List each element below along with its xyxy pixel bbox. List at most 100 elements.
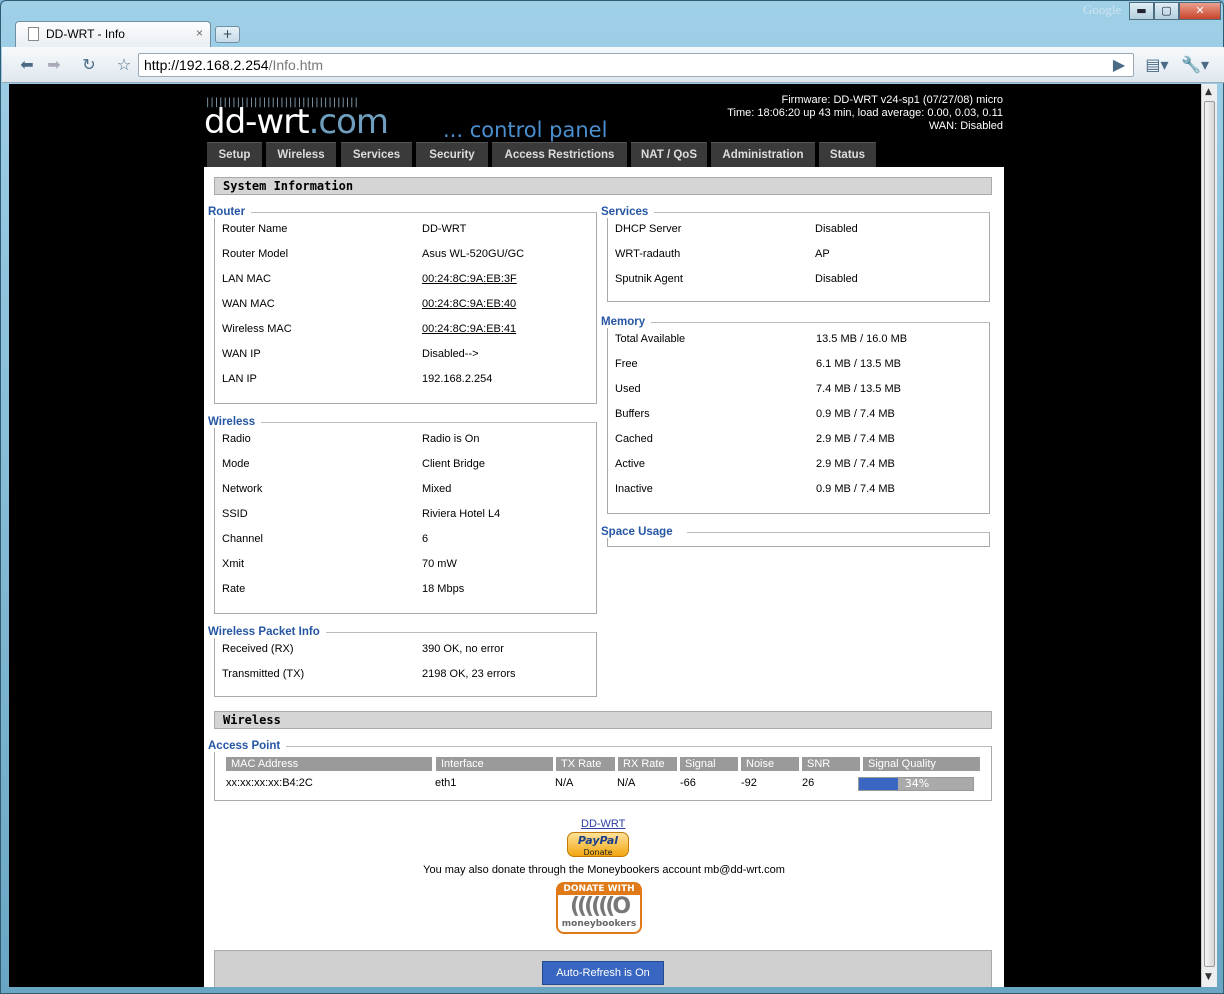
row-value: DD-WRT [422,223,467,235]
packet-fieldset [214,632,597,697]
tab-access-restrictions[interactable]: Access Restrictions [492,142,627,167]
row-label: WRT-radauth [615,248,681,260]
logo-text: dd-wrt.com [204,102,389,142]
row-label: Radio [222,433,251,445]
uptime-info: Time: 18:06:20 up 43 min, load average: … [727,107,1003,119]
row-value: 13.5 MB / 16.0 MB [816,333,908,345]
packet-legend: Wireless Packet Info [208,626,326,638]
row-label: Xmit [222,558,244,570]
tab-status[interactable]: Status [819,142,876,167]
firmware-info: Firmware: DD-WRT v24-sp1 (07/27/08) micr… [781,94,1003,106]
auto-refresh-button[interactable]: Auto-Refresh is On [542,961,664,985]
row-label: WAN IP [222,348,261,360]
browser-tab[interactable]: DD-WRT - Info × [15,21,211,47]
tab-administration[interactable]: Administration [711,142,815,167]
bookmark-star-icon[interactable]: ☆ [112,55,136,75]
wan-mac-link[interactable]: 00:24:8C:9A:EB:40 [422,298,516,310]
row-label: Buffers [615,408,650,420]
row-label: Mode [222,458,250,470]
wrench-menu-icon[interactable]: 🔧▾ [1180,55,1210,75]
tab-security[interactable]: Security [416,142,488,167]
page-menu-icon[interactable]: ▤▾ [1142,55,1172,75]
ddwrt-donate-link[interactable]: DD-WRT [581,818,625,830]
scroll-up-icon[interactable]: ▲ [1205,87,1212,97]
cell-noise: -92 [741,777,757,789]
row-label: Active [615,458,645,470]
lan-mac-link[interactable]: 00:24:8C:9A:EB:3F [422,273,517,285]
maximize-button[interactable]: ▢ [1154,2,1179,20]
paypal-sub: Donate [583,848,613,857]
tab-wireless[interactable]: Wireless [266,142,336,167]
row-value: 2.9 MB / 7.4 MB [816,458,895,470]
address-bar[interactable]: http://192.168.2.254/Info.htm [138,53,1134,77]
moneybookers-donate-button[interactable]: DONATE WITH ((((((O moneybookers [556,882,642,934]
browser-toolbar: ⬅ ➡ ↻ ☆ http://192.168.2.254/Info.htm ▶ … [2,47,1224,83]
vertical-scrollbar[interactable]: ▲ ▼ [1201,84,1217,987]
signal-quality-label: 34% [904,777,930,790]
row-label: WAN MAC [222,298,275,310]
mb-name: moneybookers [561,919,637,929]
row-value: Radio is On [422,433,480,445]
cell-mac: xx:xx:xx:xx:B4:2C [226,777,313,789]
row-label: Rate [222,583,246,595]
paypal-donate-button[interactable]: PayPal Donate [567,832,629,857]
control-panel-label: ... control panel [443,118,608,142]
row-value: 2.9 MB / 7.4 MB [816,433,895,445]
tab-title: DD-WRT - Info [46,27,125,41]
row-value: Disabled [815,223,858,235]
tab-services[interactable]: Services [341,142,412,167]
cell-signal: -66 [680,777,696,789]
row-value: 6.1 MB / 13.5 MB [816,358,901,370]
status-page: System Information Router Router Name DD… [204,167,1004,987]
col-mac-address: MAC Address [226,757,432,771]
tab-close-icon[interactable]: × [196,26,203,40]
services-legend: Services [601,206,655,218]
col-signal-quality: Signal Quality [863,757,980,771]
row-value: 390 OK, no error [422,643,504,655]
web-content: ||||||||||||||||||||||||||||||||||| dd-w… [9,84,1201,987]
row-label: Total Available [615,333,686,345]
col-noise: Noise [741,757,799,771]
space-usage-legend: Space Usage [601,526,687,538]
row-label: LAN MAC [222,273,271,285]
access-point-legend: Access Point [208,740,287,752]
row-value: 6 [422,533,429,545]
new-tab-button[interactable]: + [215,26,240,43]
tab-nat-qos[interactable]: NAT / QoS [631,142,707,167]
window-close-button[interactable]: ✕ [1179,2,1221,20]
row-label: Cached [615,433,653,445]
reload-icon[interactable]: ↻ [77,55,101,75]
wireless-fieldset [214,422,597,614]
scroll-down-icon[interactable]: ▼ [1205,972,1212,982]
title-bar: DD-WRT - Info × + Google ▬ ▢ ✕ [1,1,1224,47]
back-icon[interactable]: ⬅ [15,55,39,75]
row-label: Free [615,358,638,370]
col-signal: Signal [680,757,738,771]
row-label: Router Model [222,248,289,260]
cell-snr: 26 [802,777,815,789]
google-brand: Google [1083,2,1122,17]
go-icon[interactable]: ▶ [1107,55,1131,75]
wireless-mac-link[interactable]: 00:24:8C:9A:EB:41 [422,323,516,335]
col-snr: SNR [802,757,860,771]
row-label: Transmitted (TX) [222,668,305,680]
row-label: Sputnik Agent [615,273,683,285]
wireless-heading: Wireless [214,711,992,729]
row-value: Asus WL-520GU/GC [422,248,525,260]
access-point-fieldset [214,746,992,801]
row-label: Network [222,483,263,495]
row-value: Riviera Hotel L4 [422,508,501,520]
row-value: Client Bridge [422,458,485,470]
row-label: Used [615,383,641,395]
row-value: 18 Mbps [422,583,465,595]
url-host: http://192.168.2.254 [144,57,269,73]
row-value: Disabled--> [422,348,479,360]
cell-rx-rate: N/A [617,777,636,789]
row-value: 192.168.2.254 [422,373,493,385]
wireless-legend: Wireless [208,416,262,428]
minimize-button[interactable]: ▬ [1129,2,1154,20]
scrollbar-thumb[interactable] [1204,101,1215,967]
tab-setup[interactable]: Setup [207,142,262,167]
forward-icon[interactable]: ➡ [42,55,66,75]
wan-info: WAN: Disabled [928,120,1003,132]
